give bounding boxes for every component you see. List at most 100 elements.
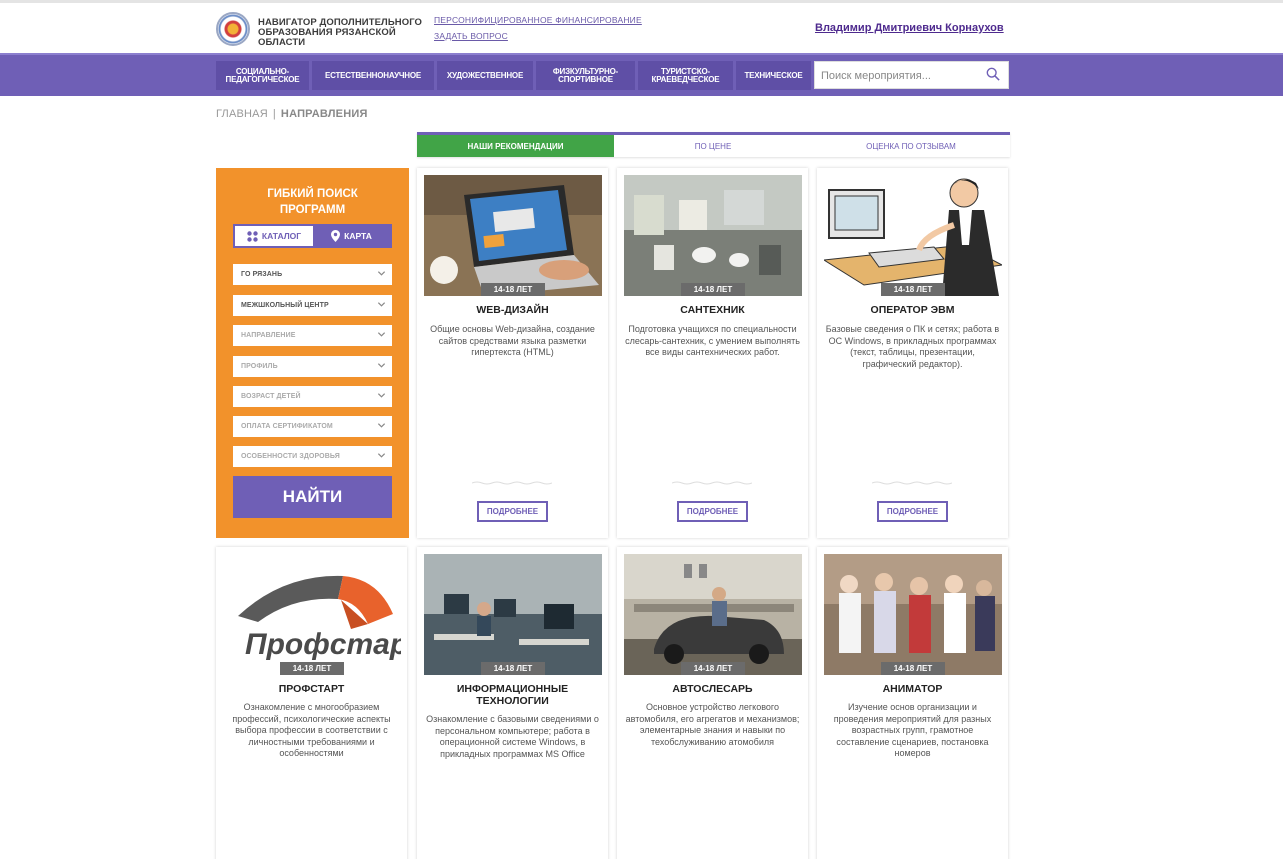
program-image[interactable]: 14-18 ЛЕТ [824,554,1002,675]
sort-tabs: НАШИ РЕКОМЕНДАЦИИ ПО ЦЕНЕ ОЦЕНКА ПО ОТЗЫ… [417,132,1010,157]
age-badge: 14-18 ЛЕТ [481,283,545,296]
event-search-input[interactable] [821,67,981,84]
program-description: Подготовка учащихся по специальности сле… [625,324,800,357]
program-title[interactable]: САНТЕХНИК [622,304,803,316]
program-card[interactable]: 14-18 ЛЕТ ОПЕРАТОР ЭВМ Базовые сведения … [817,168,1008,538]
computer-lab-photo [424,554,602,675]
nav-item-social[interactable]: СОЦИАЛЬНО-ПЕДАГОГИЧЕСКОЕ [216,61,309,90]
profile-value: ПРОФИЛЬ [241,363,278,370]
chevron-down-icon [377,302,386,307]
nav-item-tourism[interactable]: ТУРИСТСКО-КРАЕВЕДЧЕСКОЕ [638,61,733,90]
program-description: Ознакомление с многообразием профессий, … [232,702,391,758]
map-pin-icon [331,230,341,242]
program-title[interactable]: ПРОФСТАРТ [221,683,402,695]
program-title[interactable]: АНИМАТОР [822,683,1003,695]
view-map-button[interactable]: КАРТА [313,226,390,246]
filter-title-line1: ГИБКИЙ ПОИСК [267,188,358,200]
municipality-select[interactable]: ГО РЯЗАНЬ [233,264,392,285]
program-card[interactable]: 14-18 ЛЕТ АВТОСЛЕСАРЬ Основное устройств… [617,547,808,859]
car-workshop-photo [624,554,802,675]
nav-item-technical[interactable]: ТЕХНИЧЕСКОЕ [736,61,811,90]
age-badge: 14-18 ЛЕТ [881,662,945,675]
program-image[interactable]: 14-18 ЛЕТ [824,175,1002,296]
nav-item-sport[interactable]: ФИЗКУЛЬТУРНО-СПОРТИВНОЕ [536,61,635,90]
program-description: Изучение основ организации и проведения … [833,702,992,758]
program-description: Общие основы Web-дизайна, создание сайто… [430,324,595,357]
user-profile-link[interactable]: Владимир Дмитриевич Корнаухов [815,22,1004,34]
chevron-down-icon [377,271,386,276]
profile-select[interactable]: ПРОФИЛЬ [233,356,392,377]
age-select[interactable]: ВОЗРАСТ ДЕТЕЙ [233,386,392,407]
filter-title: ГИБКИЙ ПОИСК ПРОГРАММ [216,186,409,218]
region-emblem-logo[interactable] [216,12,250,46]
program-card[interactable]: 14-18 ЛЕТ САНТЕХНИК Подготовка учащихся … [617,168,808,538]
organization-select[interactable]: МЕЖШКОЛЬНЫЙ ЦЕНТР [233,295,392,316]
search-icon[interactable] [986,67,1000,81]
program-title[interactable]: WEB-ДИЗАЙН [422,304,603,316]
site-title[interactable]: НАВИГАТОР ДОПОЛНИТЕЛЬНОГО ОБРАЗОВАНИЯ РЯ… [258,18,428,48]
breadcrumb-current: НАПРАВЛЕНИЯ [280,108,368,120]
details-button[interactable]: ПОДРОБНЕЕ [877,501,948,522]
program-image[interactable]: 14-18 ЛЕТ [624,554,802,675]
tab-by-price[interactable]: ПО ЦЕНЕ [614,135,812,157]
view-toggle: КАТАЛОГ КАРТА [233,224,392,248]
age-badge: 14-18 ЛЕТ [280,662,344,675]
decorative-divider [872,481,952,485]
health-features-select[interactable]: ОСОБЕННОСТИ ЗДОРОВЬЯ [233,446,392,467]
breadcrumb: ГЛАВНАЯ | НАПРАВЛЕНИЯ [216,108,368,120]
chevron-down-icon [377,393,386,398]
view-catalog-label: КАТАЛОГ [261,231,302,241]
plumbing-classroom-photo [624,175,802,296]
program-title[interactable]: АВТОСЛЕСАРЬ [622,683,803,695]
program-image[interactable]: 14-18 ЛЕТ [424,175,602,296]
program-title[interactable]: ИНФОРМАЦИОННЫЕ ТЕХНОЛОГИИ [422,683,603,707]
view-catalog-button[interactable]: КАТАЛОГ [235,226,313,246]
chevron-down-icon [377,363,386,368]
tab-by-rating[interactable]: ОЦЕНКА ПО ОТЗЫВАМ [812,135,1010,157]
tab-recommendations[interactable]: НАШИ РЕКОМЕНДАЦИИ [417,135,614,157]
program-filter-panel: ГИБКИЙ ПОИСК ПРОГРАММ КАТАЛОГ КАРТА ГО Р… [216,168,409,538]
program-description: Базовые сведения о ПК и сетях; работа в … [825,324,1000,369]
nav-item-science[interactable]: ЕСТЕСТВЕННОНАУЧНОЕ [312,61,434,90]
chevron-down-icon [377,332,386,337]
organization-value: МЕЖШКОЛЬНЫЙ ЦЕНТР [241,302,329,309]
age-badge: 14-18 ЛЕТ [681,662,745,675]
age-badge: 14-18 ЛЕТ [881,283,945,296]
certificate-payment-value: ОПЛАТА СЕРТИФИКАТОМ [241,423,333,430]
details-button[interactable]: ПОДРОБНЕЕ [477,501,548,522]
program-image[interactable]: 14-18 ЛЕТ [624,175,802,296]
nav-item-art[interactable]: ХУДОЖЕСТВЕННОЕ [437,61,533,90]
program-image[interactable]: 14-18 ЛЕТ [424,554,602,675]
health-features-value: ОСОБЕННОСТИ ЗДОРОВЬЯ [241,453,340,460]
age-value: ВОЗРАСТ ДЕТЕЙ [241,393,301,400]
grid-icon [247,230,258,242]
find-button[interactable]: НАЙТИ [233,476,392,518]
program-description: Ознакомление с базовыми сведениями о пер… [426,714,599,759]
decorative-divider [472,481,552,485]
program-card[interactable]: 14-18 ЛЕТ АНИМАТОР Изучение основ органи… [817,547,1008,859]
chevron-down-icon [377,423,386,428]
program-title[interactable]: ОПЕРАТОР ЭВМ [822,304,1003,316]
financing-link[interactable]: ПЕРСОНИФИЦИРОВАННОЕ ФИНАНСИРОВАНИЕ [434,15,642,25]
laptop-photo [424,175,602,296]
program-card[interactable]: 14-18 ЛЕТ ИНФОРМАЦИОННЫЕ ТЕХНОЛОГИИ Озна… [417,547,608,859]
event-search [814,61,1009,89]
details-button[interactable]: ПОДРОБНЕЕ [677,501,748,522]
breadcrumb-home[interactable]: ГЛАВНАЯ [216,108,268,120]
breadcrumb-separator: | [272,108,276,120]
profstart-logo-text: Профстарт [245,628,401,661]
view-map-label: КАРТА [344,231,372,241]
ask-question-link[interactable]: ЗАДАТЬ ВОПРОС [434,31,508,41]
filter-title-line2: ПРОГРАММ [279,204,346,216]
age-badge: 14-18 ЛЕТ [481,662,545,675]
site-header: НАВИГАТОР ДОПОЛНИТЕЛЬНОГО ОБРАЗОВАНИЯ РЯ… [0,3,1283,53]
program-image[interactable]: Профстарт 14-18 ЛЕТ [223,554,401,675]
chevron-down-icon [377,453,386,458]
program-card[interactable]: 14-18 ЛЕТ WEB-ДИЗАЙН Общие основы Web-ди… [417,168,608,538]
program-description: Основное устройство легкового автомобиля… [625,702,800,747]
age-badge: 14-18 ЛЕТ [681,283,745,296]
direction-select[interactable]: НАПРАВЛЕНИЕ [233,325,392,346]
profstart-logo-image: Профстарт [223,554,401,675]
certificate-payment-select[interactable]: ОПЛАТА СЕРТИФИКАТОМ [233,416,392,437]
program-card[interactable]: Профстарт 14-18 ЛЕТ ПРОФСТАРТ Ознакомлен… [216,547,407,859]
